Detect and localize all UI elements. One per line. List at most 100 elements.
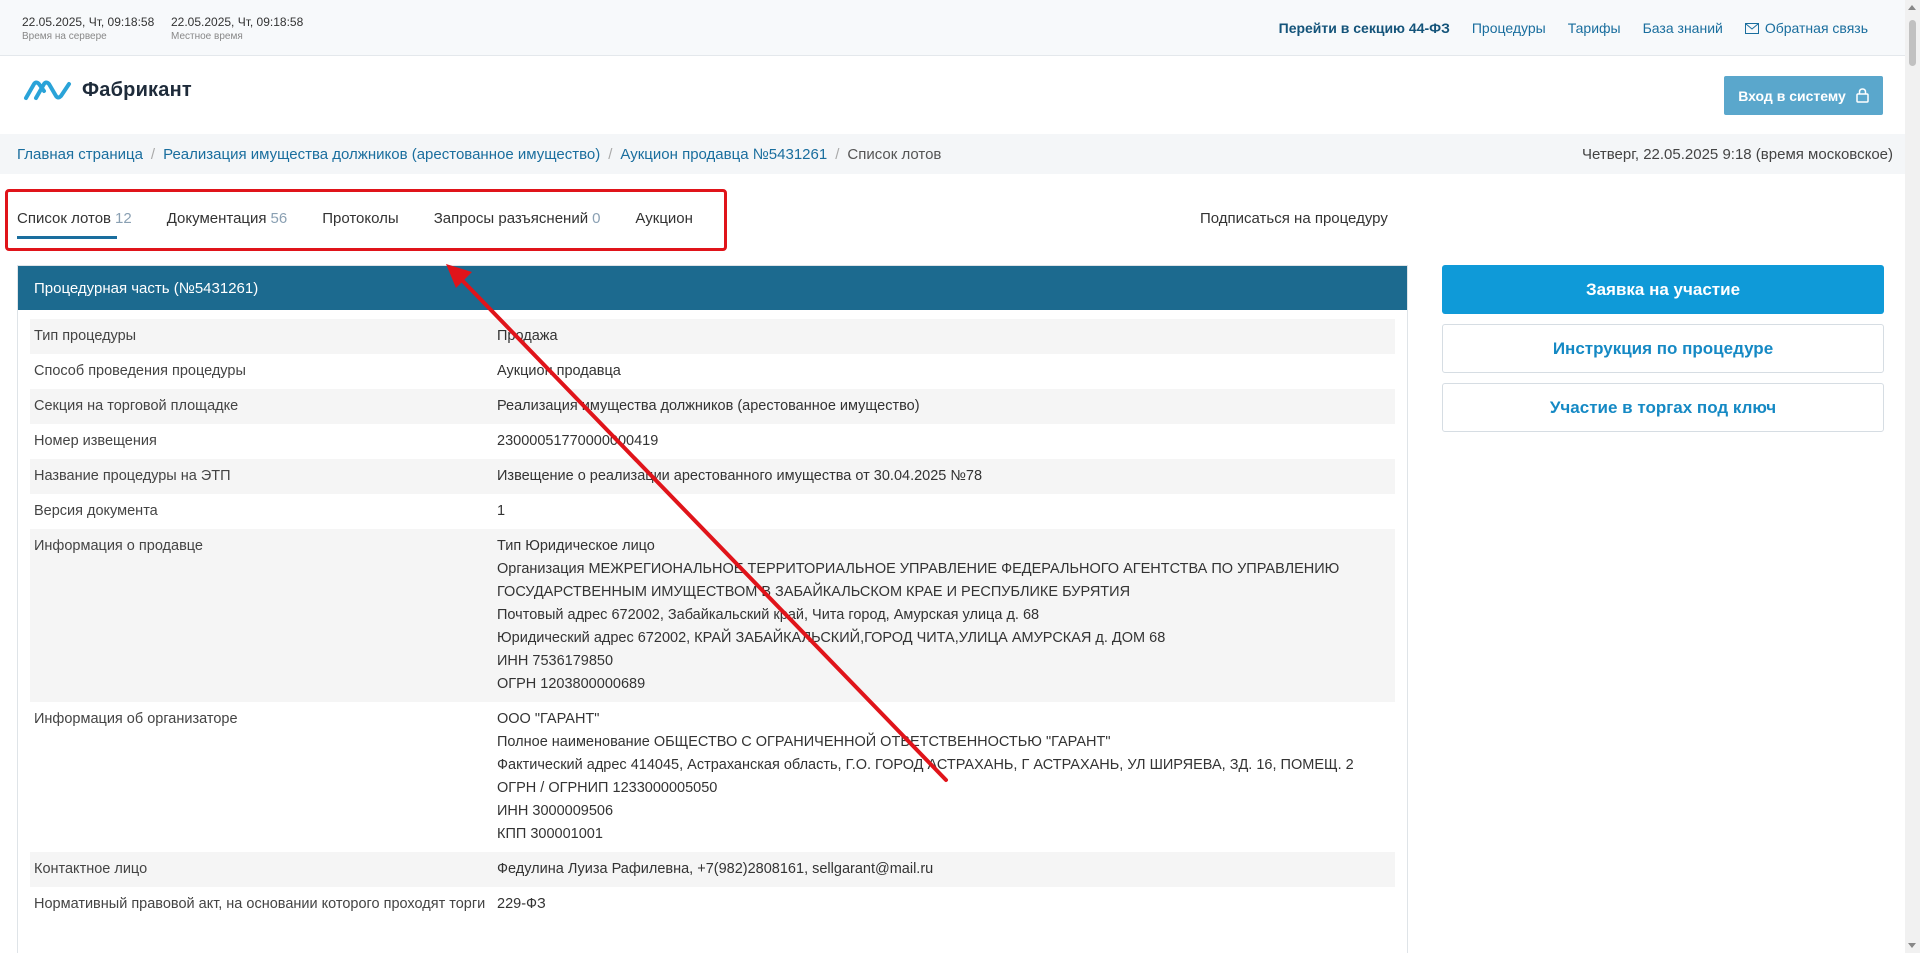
logo-icon: [24, 80, 71, 100]
scroll-down-arrow[interactable]: [1908, 943, 1916, 948]
site-header: Фабрикант Вход в систему: [0, 57, 1905, 133]
breadcrumb: Главная страница / Реализация имущества …: [0, 134, 1905, 174]
tab-label: Протоколы: [322, 210, 399, 227]
side-actions: Заявка на участие Инструкция по процедур…: [1442, 265, 1884, 432]
field-label: Нормативный правовой акт, на основании к…: [34, 896, 486, 912]
breadcrumb-separator: /: [608, 145, 613, 163]
tab-count: 12: [115, 210, 132, 227]
procedure-details-table: Тип процедуры Продажа Способ проведения пр…: [30, 319, 1395, 922]
field-value: Извещение о реализации арестованного иму…: [493, 459, 1395, 494]
table-row: Способ проведения процедуры Аукцион прода…: [30, 354, 1395, 389]
field-value: Реализация имущества должников (арестова…: [493, 389, 1395, 424]
tab-lots[interactable]: Список лотов 12: [17, 195, 132, 243]
field-label: Способ проведения процедуры: [34, 363, 246, 379]
lock-icon: [1856, 88, 1869, 103]
field-value: Тип Юридическое лицо Организация МЕЖРЕГИО…: [493, 529, 1395, 702]
nav-link-procedures[interactable]: Процедуры: [1472, 20, 1546, 36]
tab-count: 56: [270, 210, 288, 227]
breadcrumb-separator: /: [150, 145, 156, 163]
nav-link-knowledge-base[interactable]: База знаний: [1643, 20, 1723, 36]
field-value: ООО "ГАРАНТ" Полное наименование ОБЩЕСТВО…: [493, 702, 1395, 852]
tab-clarification-requests[interactable]: Запросы разъяснений 0: [434, 195, 601, 243]
breadcrumb-separator: /: [835, 145, 840, 163]
local-time: 22.05.2025, Чт, 09:18:58: [171, 15, 304, 29]
tab-protocols[interactable]: Протоколы: [322, 195, 398, 243]
tab-label: Список лотов: [17, 210, 112, 227]
field-value-line: Тип Юридическое лицо: [497, 538, 655, 554]
field-value-line: Почтовый адрес 672002, Забайкальский кра…: [497, 607, 1040, 623]
nav-link-feedback[interactable]: Обратная связь: [1744, 20, 1868, 36]
tab-label: Аукцион: [635, 210, 693, 227]
field-value: 1: [493, 494, 1395, 529]
tab-count: 0: [592, 210, 601, 227]
breadcrumb-current: Список лотов: [847, 145, 942, 163]
server-time: 22.05.2025, Чт, 09:18:58: [22, 15, 155, 29]
field-value-line: ОГРН / ОГРНИП 1233000005050: [497, 780, 718, 796]
table-row: Информация о продавце Тип Юридическое лиц…: [30, 529, 1395, 702]
field-label: Секция на торговой площадке: [30, 389, 493, 424]
field-value-line: 23000051770000000419: [497, 433, 659, 449]
envelope-icon: [1744, 22, 1759, 34]
field-value-line: Аукцион продавца: [497, 363, 621, 379]
field-label: Контактное лицо: [30, 852, 493, 887]
breadcrumb-home[interactable]: Главная страница: [17, 146, 143, 163]
procedure-tabs: Список лотов 12 Документация 56 Протоколы …: [17, 195, 693, 245]
field-label: Версия документа: [34, 503, 158, 519]
table-row: Информация об организаторе ООО "ГАРАНТ" По…: [30, 702, 1395, 852]
logo-text: Фабрикант: [82, 79, 192, 101]
field-value-line: ГОСУДАРСТВЕННЫМ ИМУЩЕСТВОМ В ЗАБАЙКАЛЬСК…: [497, 584, 1131, 600]
tab-auction[interactable]: Аукцион: [635, 195, 693, 243]
field-value-line: Продажа: [497, 328, 558, 344]
top-nav: Перейти в секцию 44-ФЗ Процедуры Тарифы …: [1279, 20, 1868, 36]
nav-feedback-label: Обратная связь: [1764, 20, 1868, 36]
login-button[interactable]: Вход в систему: [1724, 76, 1883, 115]
field-value-line: Полное наименование ОБЩЕСТВО С ОГРАНИЧЕН…: [497, 734, 1111, 750]
table-row: Название процедуры на ЭТП Извещение о реа…: [30, 459, 1395, 494]
local-time-label: Местное время: [171, 31, 243, 42]
nav-link-44fz[interactable]: Перейти в секцию 44-ФЗ: [1279, 20, 1450, 36]
field-value-line: Фактический адрес 414045, Астраханская о…: [497, 757, 1354, 773]
server-time-label: Время на сервере: [22, 31, 107, 42]
field-label: Тип процедуры: [30, 319, 493, 354]
field-value: 23000051770000000419: [493, 424, 1395, 459]
nav-link-tariffs[interactable]: Тарифы: [1568, 20, 1621, 36]
field-value-line: Федулина Луиза Рафилевна, +7(982)2808161…: [497, 861, 934, 877]
field-label: Информация об организаторе: [34, 711, 238, 727]
scrollbar[interactable]: [1905, 0, 1920, 953]
breadcrumb-auction[interactable]: Аукцион продавца №5431261: [620, 146, 827, 163]
tab-label: Запросы разъяснений: [433, 210, 589, 227]
table-row: Контактное лицо Федулина Луиза Рафилевна,…: [30, 852, 1395, 887]
top-bar: 22.05.2025, Чт, 09:18:58 Время на сервер…: [0, 0, 1905, 56]
current-date: Четверг, 22.05.2025 9:18 (время московск…: [1582, 145, 1893, 163]
field-value-line: ООО "ГАРАНТ": [497, 711, 600, 727]
field-value-line: Извещение о реализации арестованного иму…: [497, 468, 983, 484]
field-label: Номер извещения: [34, 433, 157, 449]
field-value-line: Юридический адрес 672002, КРАЙ ЗАБАЙКАЛЬ…: [497, 630, 1166, 646]
instruction-button[interactable]: Инструкция по процедуре: [1442, 324, 1884, 373]
field-value: Федулина Луиза Рафилевна, +7(982)2808161…: [493, 852, 1395, 887]
tab-documentation[interactable]: Документация 56: [167, 195, 288, 243]
field-value-line: ИНН 7536179850: [497, 653, 614, 669]
field-value-line: 1: [497, 503, 506, 519]
subscribe-link[interactable]: Подписаться на процедуру: [1200, 210, 1388, 227]
turnkey-button[interactable]: Участие в торгах под ключ: [1442, 383, 1884, 432]
logo[interactable]: Фабрикант: [22, 79, 192, 102]
apply-button[interactable]: Заявка на участие: [1442, 265, 1884, 314]
table-row: Номер извещения 23000051770000000419: [30, 424, 1395, 459]
table-row: Тип процедуры Продажа: [30, 319, 1395, 354]
scroll-up-arrow[interactable]: [1908, 5, 1916, 10]
field-value-line: Организация МЕЖРЕГИОНАЛЬНОЕ ТЕРРИТОРИАЛЬ…: [497, 561, 1340, 577]
breadcrumb-section[interactable]: Реализация имущества должников (арестова…: [163, 146, 600, 163]
procedure-panel: Процедурная часть (№5431261) Тип процеду…: [17, 265, 1408, 953]
field-value: Аукцион продавца: [493, 354, 1395, 389]
field-value-line: КПП 300001001: [497, 826, 603, 842]
field-value-line: ОГРН 1203800000689: [497, 676, 646, 692]
field-value-line: 229-ФЗ: [497, 896, 546, 912]
server-clock: 22.05.2025, Чт, 09:18:58 Время на сервер…: [22, 15, 154, 42]
table-row: Секция на торговой площадке Реализация им…: [30, 389, 1395, 424]
table-row: Версия документа 1: [30, 494, 1395, 529]
tab-label: Документация: [166, 210, 267, 227]
field-label: Название процедуры на ЭТП: [30, 459, 493, 494]
panel-title: Процедурная часть (№5431261): [18, 266, 1407, 310]
scrollbar-thumb[interactable]: [1909, 20, 1916, 66]
